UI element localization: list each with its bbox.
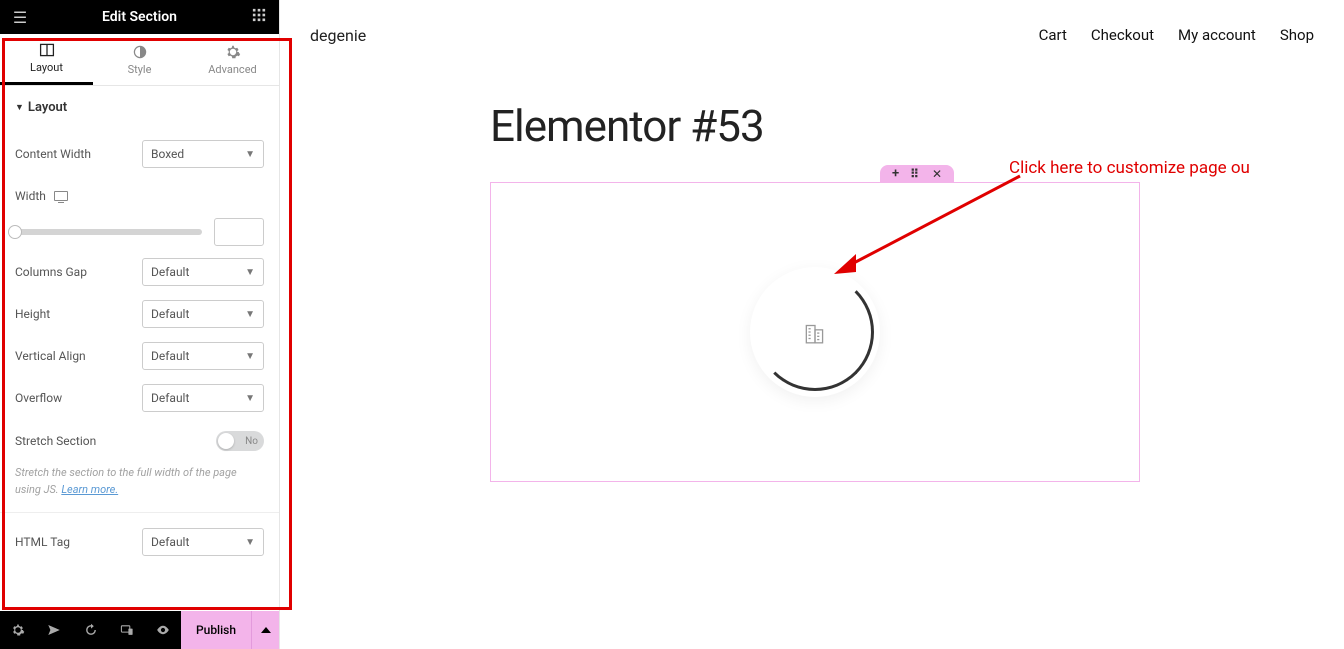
nav-account[interactable]: My account	[1178, 26, 1256, 44]
stretch-hint: Stretch the section to the full width of…	[15, 461, 264, 512]
publish-button[interactable]: Publish	[181, 611, 251, 649]
navigator-button[interactable]	[36, 611, 72, 649]
settings-button[interactable]	[0, 611, 36, 649]
loading-spinner	[750, 267, 880, 397]
nav-cart[interactable]: Cart	[1039, 26, 1067, 44]
overflow-row: Overflow Default ▼	[15, 377, 264, 419]
apps-icon[interactable]	[239, 8, 279, 26]
tab-style-label: Style	[128, 63, 152, 76]
content-width-row: Content Width Boxed ▼	[15, 133, 264, 175]
html-tag-label: HTML Tag	[15, 535, 142, 549]
overflow-label: Overflow	[15, 391, 142, 405]
page-title: Elementor #53	[490, 100, 1344, 152]
add-section-icon[interactable]: +	[892, 166, 899, 181]
tab-style[interactable]: Style	[93, 34, 186, 85]
panel-body: ▼ Layout Content Width Boxed ▼ Width Col…	[0, 86, 279, 611]
content-width-label: Content Width	[15, 147, 142, 161]
html-tag-select[interactable]: Default ▼	[142, 528, 264, 556]
vertical-align-select[interactable]: Default ▼	[142, 342, 264, 370]
tab-layout-label: Layout	[30, 61, 63, 74]
editor-panel: ☰ Edit Section Layout Style Advanced ▼ L…	[0, 0, 280, 649]
width-slider-thumb[interactable]	[8, 225, 22, 239]
annotation-text: Click here to customize page ou	[1009, 158, 1250, 178]
height-value: Default	[151, 307, 189, 321]
chevron-down-icon: ▼	[245, 351, 255, 362]
publish-options-button[interactable]	[251, 611, 279, 649]
nav-checkout[interactable]: Checkout	[1091, 26, 1154, 44]
layout-icon	[39, 42, 55, 58]
columns-gap-select[interactable]: Default ▼	[142, 258, 264, 286]
chevron-down-icon: ▼	[245, 149, 255, 160]
panel-title: Edit Section	[40, 9, 239, 25]
panel-header: ☰ Edit Section	[0, 0, 279, 34]
stretch-row: Stretch Section No	[15, 421, 264, 461]
columns-gap-row: Columns Gap Default ▼	[15, 251, 264, 293]
stretch-label: Stretch Section	[15, 434, 216, 448]
responsive-button[interactable]	[109, 611, 145, 649]
columns-gap-label: Columns Gap	[15, 265, 142, 279]
overflow-select[interactable]: Default ▼	[142, 384, 264, 412]
overflow-value: Default	[151, 391, 189, 405]
tab-layout[interactable]: Layout	[0, 34, 93, 85]
delete-section-icon[interactable]: ✕	[932, 167, 942, 181]
content-width-select[interactable]: Boxed ▼	[142, 140, 264, 168]
html-tag-value: Default	[151, 535, 189, 549]
spinner-arc	[756, 273, 874, 391]
history-button[interactable]	[72, 611, 108, 649]
vertical-align-row: Vertical Align Default ▼	[15, 335, 264, 377]
divider	[0, 512, 279, 513]
stretch-toggle[interactable]: No	[216, 431, 264, 451]
tab-advanced[interactable]: Advanced	[186, 34, 279, 85]
height-label: Height	[15, 307, 142, 321]
html-tag-row: HTML Tag Default ▼	[15, 521, 264, 563]
height-row: Height Default ▼	[15, 293, 264, 335]
chevron-down-icon: ▼	[245, 309, 255, 320]
width-label: Width	[15, 189, 46, 203]
columns-gap-value: Default	[151, 265, 189, 279]
panel-footer: Publish	[0, 611, 279, 649]
preview-area: degenie Cart Checkout My account Shop El…	[280, 0, 1344, 649]
edit-section-icon[interactable]: ⠿	[910, 167, 921, 181]
preview-button[interactable]	[145, 611, 181, 649]
nav-shop[interactable]: Shop	[1280, 26, 1314, 44]
site-brand[interactable]: degenie	[310, 26, 366, 45]
gear-icon	[225, 44, 241, 60]
toggle-off-label: No	[245, 436, 258, 447]
desktop-icon[interactable]	[54, 191, 68, 201]
section-canvas[interactable]	[490, 182, 1140, 482]
width-row: Width	[15, 175, 264, 217]
width-slider	[15, 217, 264, 247]
toggle-thumb	[218, 433, 234, 449]
chevron-down-icon: ▼	[245, 393, 255, 404]
content-width-value: Boxed	[151, 147, 184, 161]
tab-advanced-label: Advanced	[208, 63, 256, 76]
height-select[interactable]: Default ▼	[142, 300, 264, 328]
section-handle: + ⠿ ✕	[880, 165, 954, 182]
stretch-hint-text: Stretch the section to the full width of…	[15, 466, 237, 496]
site-header: degenie Cart Checkout My account Shop	[280, 0, 1344, 70]
chevron-down-icon: ▼	[245, 537, 255, 548]
learn-more-link[interactable]: Learn more.	[61, 483, 118, 496]
width-slider-track[interactable]	[15, 229, 202, 235]
contrast-icon	[132, 44, 148, 60]
canvas-section: + ⠿ ✕	[490, 182, 1344, 482]
layout-section-heading: Layout	[28, 100, 67, 115]
vertical-align-value: Default	[151, 349, 189, 363]
panel-tabs: Layout Style Advanced	[0, 34, 279, 86]
hamburger-icon[interactable]: ☰	[0, 8, 40, 27]
vertical-align-label: Vertical Align	[15, 349, 142, 363]
layout-section-toggle[interactable]: ▼ Layout	[15, 86, 264, 133]
width-value-input[interactable]	[214, 218, 264, 246]
caret-down-icon: ▼	[15, 102, 24, 113]
chevron-down-icon: ▼	[245, 267, 255, 278]
